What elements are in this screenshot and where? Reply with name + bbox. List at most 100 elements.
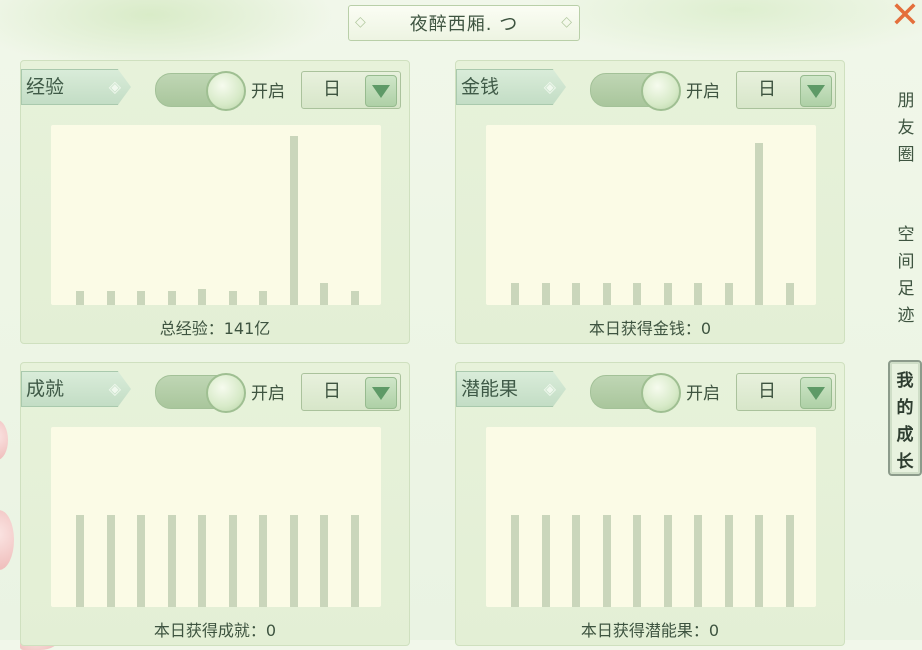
panel-label: 成就: [26, 378, 65, 400]
chart-bar: [541, 515, 550, 607]
tab-space-footprint[interactable]: 空间足迹: [894, 222, 918, 330]
panel-potential-fruit: 潜能果 开启 日 本日获得潜能果：0: [455, 362, 845, 646]
page-title-box: ◇ 夜醉西厢. つ ◇: [348, 5, 580, 41]
period-select[interactable]: 日: [301, 71, 401, 109]
toggle-knob: [641, 373, 681, 413]
chart-bar: [694, 283, 702, 305]
panel-label: 金钱: [461, 76, 500, 98]
chart-bar: [541, 283, 550, 305]
panel-label-plate: 成就: [21, 371, 131, 407]
tab-friends-circle[interactable]: 朋友圈: [894, 88, 918, 169]
panel-experience: 经验 开启 日 总经验：141亿: [20, 60, 410, 344]
chart-bar: [259, 515, 267, 607]
chart-bar: [572, 283, 580, 305]
chart-bar: [137, 291, 145, 305]
chart-bar: [785, 515, 794, 607]
bar-chart: [486, 427, 816, 607]
period-select[interactable]: 日: [736, 373, 836, 411]
panel-caption: 本日获得成就：0: [153, 621, 277, 640]
chart-bar: [106, 291, 115, 305]
ornament-right-icon: ◇: [561, 14, 573, 30]
ornament-left-icon: ◇: [355, 14, 367, 30]
tab-my-growth[interactable]: 我的成长: [888, 360, 922, 476]
chevron-down-icon: [807, 386, 825, 400]
chart-bar: [228, 515, 237, 607]
tab-label: 朋友圈: [897, 91, 915, 165]
chart-bar: [137, 515, 145, 607]
chart-bar: [167, 515, 176, 607]
chart-bar: [198, 515, 206, 607]
dropdown-arrow-button[interactable]: [800, 75, 832, 107]
chart-bar: [602, 515, 611, 607]
chart-bar: [572, 515, 580, 607]
chart-bar: [320, 283, 328, 305]
dropdown-arrow-button[interactable]: [365, 75, 397, 107]
chart-bar: [106, 515, 115, 607]
panel-label: 潜能果: [461, 378, 519, 400]
page-title: 夜醉西厢. つ: [409, 14, 519, 35]
toggle-label: 开启: [686, 82, 720, 102]
chart-bar: [633, 283, 641, 305]
enable-toggle[interactable]: [590, 373, 681, 413]
chart-bar: [167, 291, 176, 305]
panel-caption: 本日获得金钱：0: [588, 319, 712, 338]
dropdown-arrow-button[interactable]: [365, 377, 397, 409]
chart-bar: [755, 143, 763, 305]
chart-bar: [511, 283, 519, 305]
chart-bar: [694, 515, 702, 607]
panel-caption: 总经验：141亿: [159, 319, 271, 338]
panel-caption: 本日获得潜能果：0: [580, 621, 720, 640]
chart-bar: [259, 291, 267, 305]
bar-chart: [51, 125, 381, 305]
period-value: 日: [758, 79, 776, 100]
chart-bar: [350, 291, 359, 305]
enable-toggle[interactable]: [155, 71, 246, 111]
chart-bar: [602, 283, 611, 305]
close-icon: ✕: [889, 0, 921, 36]
tab-label: 我的成长: [896, 371, 914, 472]
panel-label-plate: 潜能果: [456, 371, 566, 407]
chart-bar: [76, 515, 84, 607]
dropdown-arrow-button[interactable]: [800, 377, 832, 409]
chevron-down-icon: [372, 84, 390, 98]
chart-bar: [228, 291, 237, 305]
toggle-label: 开启: [251, 82, 285, 102]
bar-chart: [486, 125, 816, 305]
chart-bar: [320, 515, 328, 607]
panel-label-plate: 金钱: [456, 69, 566, 105]
chart-bar: [76, 291, 84, 305]
chevron-down-icon: [372, 386, 390, 400]
enable-toggle[interactable]: [155, 373, 246, 413]
chart-bar: [724, 283, 733, 305]
tab-label: 空间足迹: [897, 225, 915, 326]
period-select[interactable]: 日: [736, 71, 836, 109]
panel-achievement: 成就 开启 日 本日获得成就：0: [20, 362, 410, 646]
toggle-knob: [206, 71, 246, 111]
toggle-label: 开启: [251, 384, 285, 404]
toggle-knob: [206, 373, 246, 413]
close-button[interactable]: ✕: [888, 0, 922, 36]
chart-bar: [198, 289, 206, 305]
toggle-knob: [641, 71, 681, 111]
chart-bar: [511, 515, 519, 607]
panel-money: 金钱 开启 日 本日获得金钱：0: [455, 60, 845, 344]
enable-toggle[interactable]: [590, 71, 681, 111]
period-value: 日: [323, 381, 341, 402]
panel-label: 经验: [26, 76, 65, 98]
chart-bar: [350, 515, 359, 607]
chart-bar: [785, 283, 794, 305]
chart-bar: [663, 283, 672, 305]
bar-chart: [51, 427, 381, 607]
period-value: 日: [323, 79, 341, 100]
chevron-down-icon: [807, 84, 825, 98]
chart-bar: [289, 136, 298, 305]
panel-label-plate: 经验: [21, 69, 131, 105]
period-value: 日: [758, 381, 776, 402]
toggle-label: 开启: [686, 384, 720, 404]
chart-bar: [663, 515, 672, 607]
chart-bar: [289, 515, 298, 607]
period-select[interactable]: 日: [301, 373, 401, 411]
chart-bar: [724, 515, 733, 607]
chart-bar: [755, 515, 763, 607]
chart-bar: [633, 515, 641, 607]
